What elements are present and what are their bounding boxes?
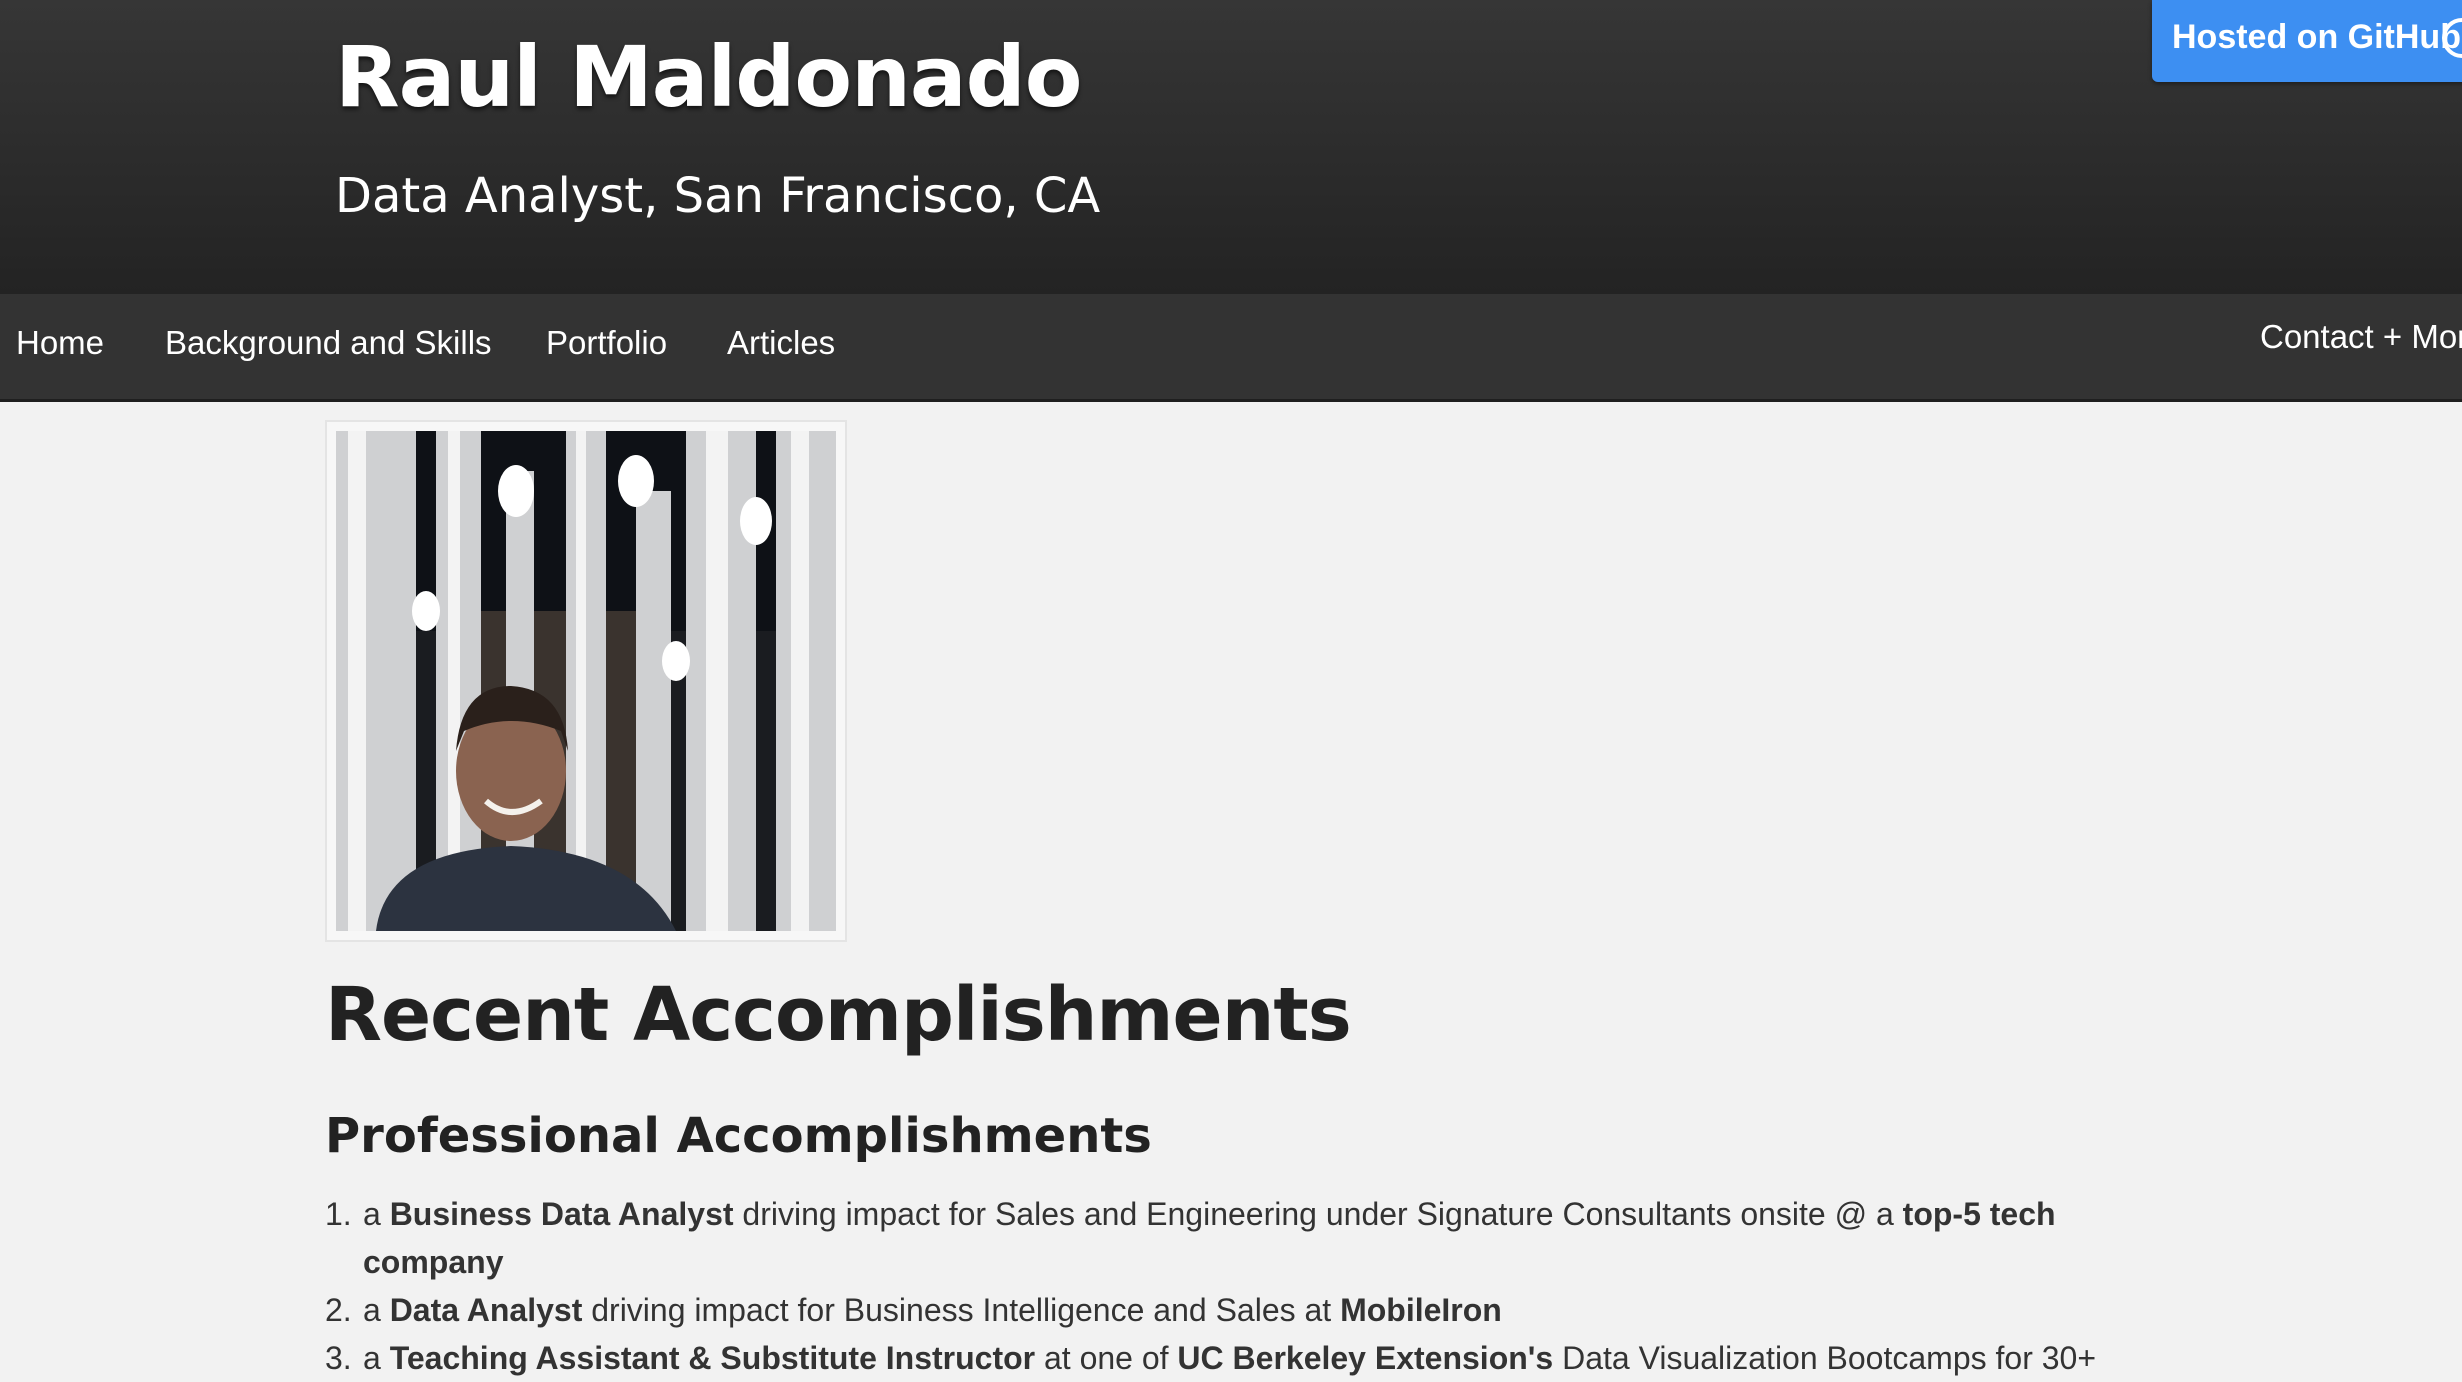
github-ribbon-label: Hosted on GitHub — [2172, 18, 2461, 56]
professional-accomplishments-heading: Professional Accomplishments — [325, 1108, 1152, 1164]
list-item-emphasis: UC Berkeley Extension's — [1177, 1340, 1554, 1376]
github-ribbon-link[interactable]: Hosted on GitHub — [2152, 0, 2462, 82]
list-item-number: 3. — [325, 1340, 352, 1376]
list-item-number: 2. — [325, 1292, 352, 1328]
profile-photo — [336, 431, 836, 931]
list-item-emphasis: Business Data Analyst — [389, 1196, 734, 1232]
list-item: 2. a Data Analyst driving impact for Bus… — [325, 1286, 2105, 1334]
list-item-text: a — [363, 1196, 390, 1232]
list-item-text: driving impact for Business Intelligence… — [582, 1292, 1341, 1328]
list-item-text: a — [363, 1340, 390, 1376]
profile-photo-frame — [325, 420, 847, 942]
list-item-text: a — [363, 1292, 390, 1328]
list-item-text: Data Visualization Bootcamps for 30+ — [1553, 1340, 2097, 1376]
nav-articles-link[interactable]: Articles — [727, 324, 835, 362]
list-item: 3. a Teaching Assistant & Substitute Ins… — [325, 1334, 2105, 1382]
site-subtitle: Data Analyst, San Francisco, CA — [335, 168, 1101, 224]
list-item-emphasis: Teaching Assistant & Substitute Instruct… — [389, 1340, 1036, 1376]
recent-accomplishments-heading: Recent Accomplishments — [325, 972, 1352, 1058]
list-item: 1. a Business Data Analyst driving impac… — [325, 1190, 2105, 1286]
site-header: Raul Maldonado Data Analyst, San Francis… — [0, 0, 2462, 294]
list-item-emphasis: Data Analyst — [389, 1292, 583, 1328]
main-navigation: Home Background and Skills Portfolio Art… — [0, 294, 2462, 402]
list-item-text: at one of — [1035, 1340, 1178, 1376]
list-item-number: 1. — [325, 1196, 352, 1232]
list-item-emphasis: MobileIron — [1340, 1292, 1502, 1328]
accomplishments-list: 1. a Business Data Analyst driving impac… — [325, 1190, 2105, 1382]
nav-contact-link[interactable]: Contact + More — [2260, 318, 2462, 356]
nav-portfolio-link[interactable]: Portfolio — [546, 324, 667, 362]
list-item-text: driving impact for Sales and Engineering… — [733, 1196, 1903, 1232]
nav-background-skills-link[interactable]: Background and Skills — [165, 324, 492, 362]
nav-home-link[interactable]: Home — [16, 324, 104, 362]
site-title: Raul Maldonado — [335, 28, 1082, 126]
